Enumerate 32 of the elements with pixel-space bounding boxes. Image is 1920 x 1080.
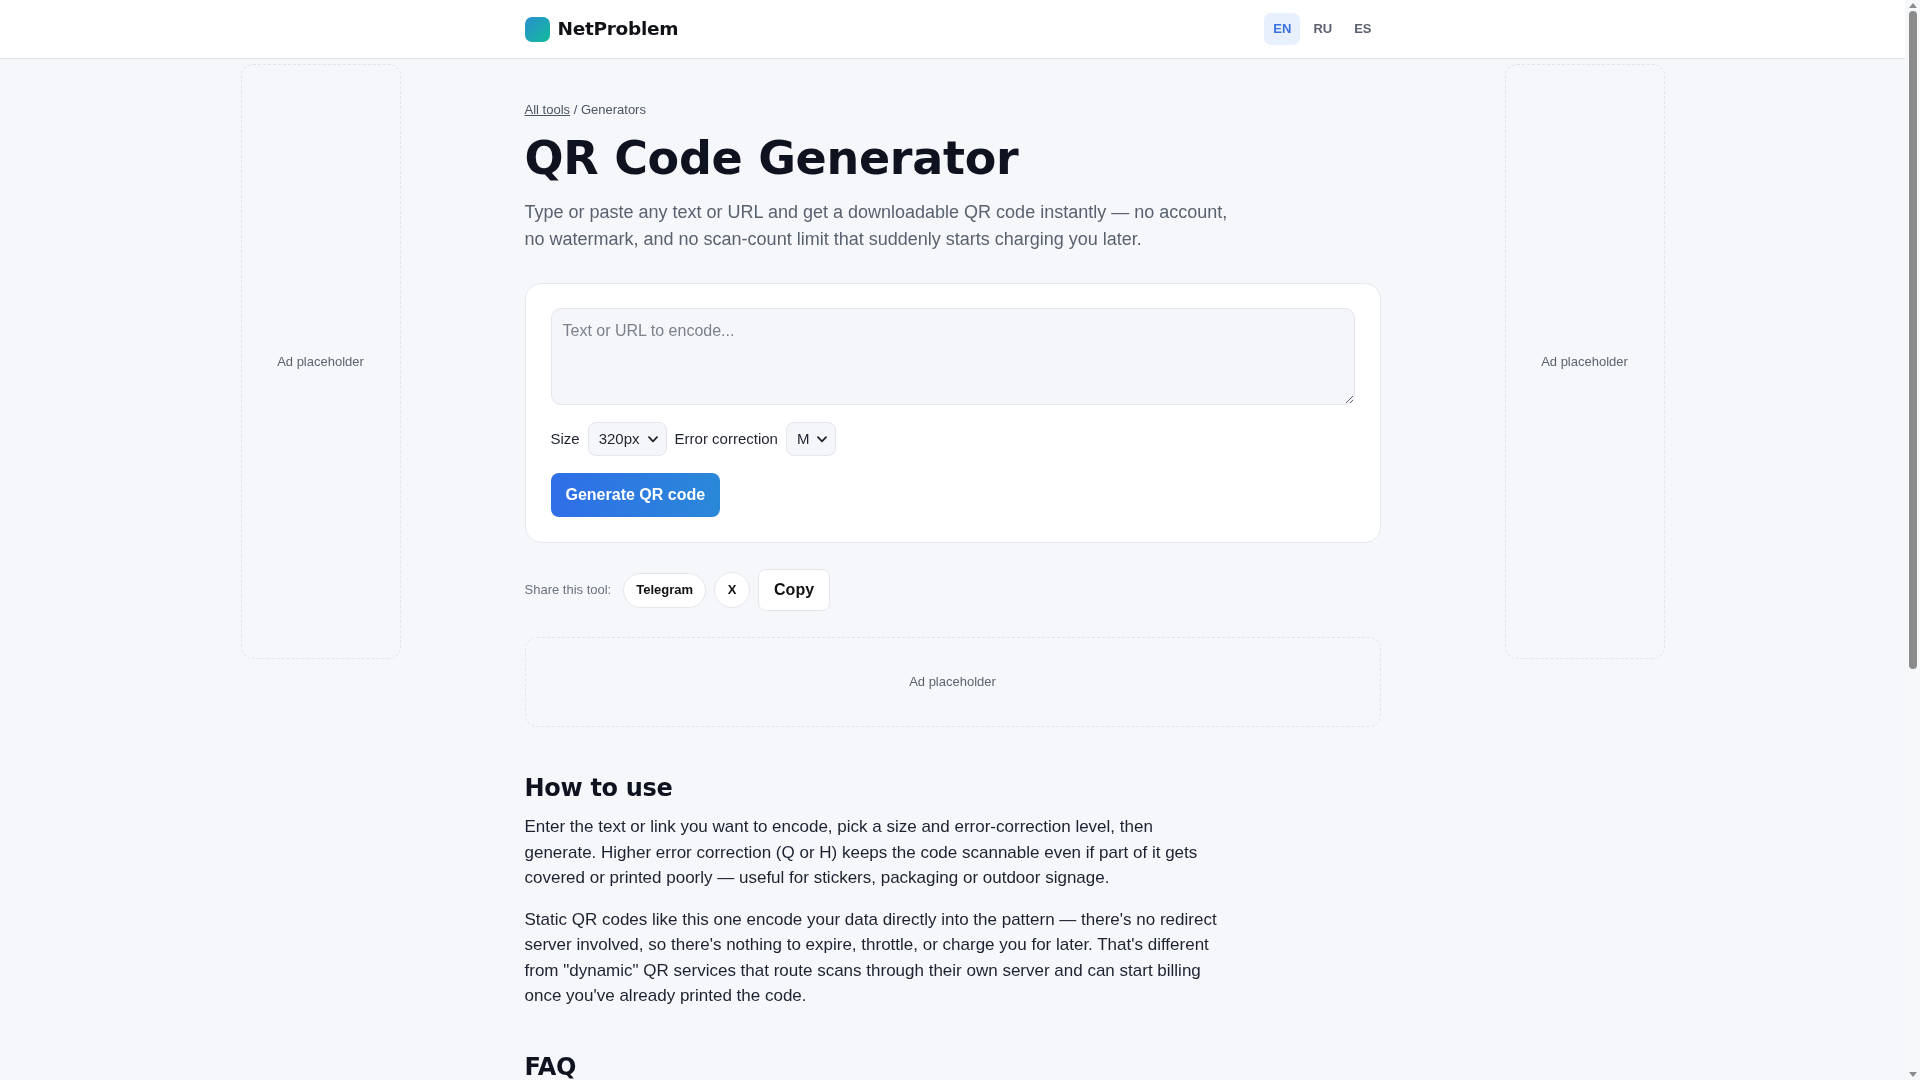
share-label: Share this tool: [524, 581, 612, 600]
error-correction-label: Error correction [674, 428, 778, 449]
ad-placeholder-text: Ad placeholder [277, 352, 364, 371]
logo-icon [524, 16, 550, 42]
language-button[interactable]: EN [1264, 13, 1301, 45]
chevron-down-icon [647, 435, 658, 443]
scroll-up-icon[interactable] [1908, 3, 1917, 8]
page-description: Type or paste any text or URL and get a downloadable QR code instantly — no account, no watermark, and no scan-count limit that suddenly starts charging you later. [524, 201, 1229, 251]
scroll-down-icon[interactable] [1908, 1072, 1917, 1077]
breadcrumb-link[interactable]: All tools [524, 102, 571, 117]
chevron-down-icon [817, 435, 828, 443]
brand-name[interactable]: NetProblem [557, 15, 679, 43]
language-button[interactable]: ES [1345, 13, 1381, 45]
copy-button[interactable]: Copy [758, 569, 831, 611]
section-heading: FAQ [524, 1051, 578, 1080]
scrollbar-thumb[interactable] [1908, 11, 1917, 669]
text-input-field[interactable]: Text or URL to encode... [550, 308, 1355, 405]
breadcrumb-current: Generators [580, 102, 646, 117]
page-title: QR Code Generator [524, 131, 1020, 186]
ad-placeholder-text: Ad placeholder [909, 673, 996, 692]
section-heading: How to use [524, 773, 674, 804]
error-correction-select[interactable]: M [785, 422, 837, 456]
breadcrumb-separator: / [573, 102, 578, 117]
ad-placeholder-text: Ad placeholder [1541, 352, 1628, 371]
language-button[interactable]: RU [1304, 13, 1342, 45]
size-select[interactable]: 320px [587, 422, 667, 456]
share-telegram-button[interactable]: Telegram [623, 572, 707, 608]
generate-button[interactable]: Generate QR code [550, 473, 721, 517]
size-label: Size [550, 428, 580, 449]
paragraph: Enter the text or link you want to encode, pick a size and error-correction level, then generate. Higher error correction (Q or H) keeps the code scannable even if part of it gets covered or printed poorly — useful for stickers, packaging or outdoor signage. [524, 816, 1199, 889]
paragraph: Static QR codes like this one encode your data directly into the pattern — there's no redirect server involved, so there's nothing to expire, throttle, or charge you for later. That's different from "dynamic" QR services that route scans through their own server and can start billing once you've already printed the code. [524, 908, 1218, 1007]
share-x-button[interactable]: X [714, 572, 751, 608]
